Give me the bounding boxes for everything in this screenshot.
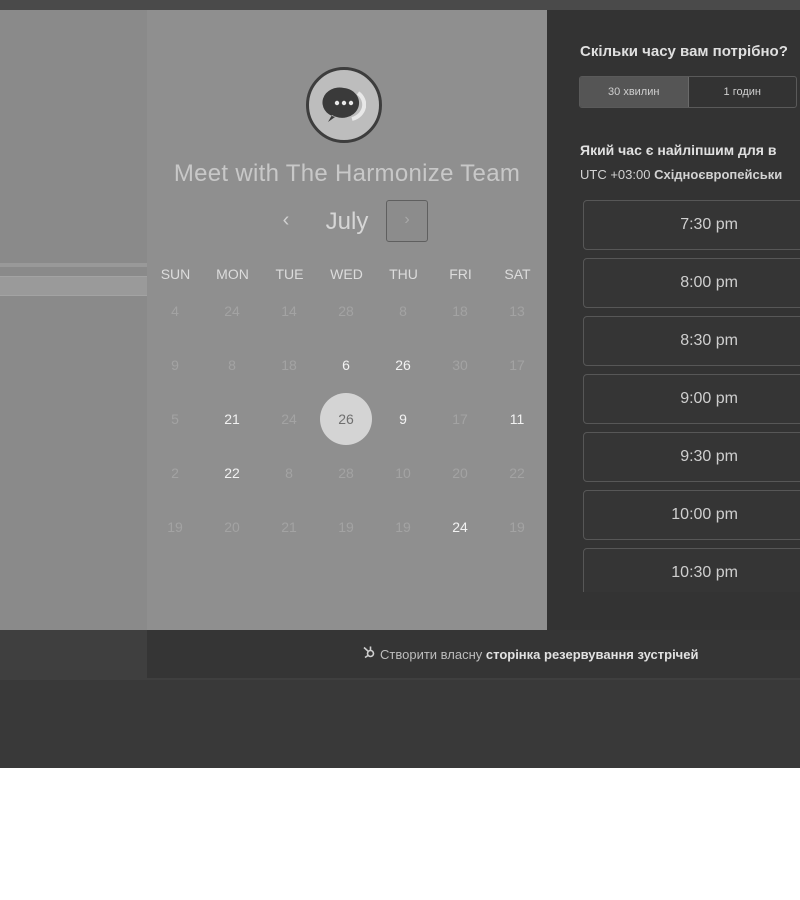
weekday-sat: SAT bbox=[504, 266, 531, 282]
calendar-day: 24 bbox=[281, 411, 297, 427]
weekday-tue: TUE bbox=[275, 266, 304, 282]
calendar-day[interactable]: 21 bbox=[206, 393, 258, 445]
hubspot-sprocket-icon bbox=[362, 645, 376, 662]
calendar-day: 9 bbox=[171, 357, 179, 373]
calendar-day: 17 bbox=[452, 411, 468, 427]
calendar-day: 19 bbox=[395, 519, 411, 535]
time-slot-button[interactable]: 7:30 pm bbox=[583, 200, 800, 250]
calendar-day: 4 bbox=[171, 303, 179, 319]
time-slot-list[interactable]: 7:30 pm 8:00 pm 8:30 pm 9:00 pm 9:30 pm 10:00… bbox=[583, 200, 800, 592]
left-divider-band bbox=[0, 276, 147, 296]
time-slot-button[interactable]: 9:00 pm bbox=[583, 374, 800, 424]
time-slot-button[interactable]: 10:00 pm bbox=[583, 490, 800, 540]
calendar-day: 19 bbox=[167, 519, 183, 535]
duration-option-30[interactable]: 30 хвилин bbox=[580, 77, 689, 107]
time-slot-label: 10:30 pm bbox=[671, 564, 738, 581]
calendar-day: 30 bbox=[452, 357, 468, 373]
calendar-day: 8 bbox=[399, 303, 407, 319]
booking-page: Meet with The Harmonize Team ‹ July › SU… bbox=[0, 0, 800, 768]
calendar-day: 19 bbox=[338, 519, 354, 535]
time-slot-button[interactable]: 8:30 pm bbox=[583, 316, 800, 366]
calendar-day[interactable]: 6 bbox=[320, 339, 372, 391]
time-slot-label: 7:30 pm bbox=[680, 216, 738, 233]
timezone-name: Східноєвропейськи bbox=[654, 167, 783, 182]
weekday-mon: MON bbox=[216, 266, 249, 282]
footer: Створити власну сторінка резервування зу… bbox=[147, 630, 800, 678]
prev-month-button[interactable]: ‹ bbox=[275, 206, 297, 236]
month-label: July bbox=[325, 208, 369, 235]
weekday-wed: WED bbox=[330, 266, 363, 282]
calendar-day[interactable]: 26 bbox=[377, 339, 429, 391]
team-logo bbox=[306, 67, 382, 143]
top-bar bbox=[0, 0, 800, 10]
calendar-day: 21 bbox=[281, 519, 297, 535]
timezone-selector[interactable]: UTC +03:00 Східноєвропейськи bbox=[580, 167, 782, 182]
next-month-button[interactable]: › bbox=[386, 200, 428, 242]
calendar-day: 28 bbox=[338, 465, 354, 481]
time-slot-label: 9:30 pm bbox=[680, 448, 738, 465]
calendar-day[interactable]: 24 bbox=[434, 501, 486, 553]
calendar-day: 24 bbox=[224, 303, 240, 319]
calendar-day: 22 bbox=[509, 465, 525, 481]
calendar-day[interactable]: 26 bbox=[320, 393, 372, 445]
weekday-thu: THU bbox=[389, 266, 418, 282]
duration-option-60[interactable]: 1 годин bbox=[689, 77, 797, 107]
timezone-offset: UTC +03:00 bbox=[580, 167, 651, 182]
calendar-day: 5 bbox=[171, 411, 179, 427]
calendar-day: 13 bbox=[509, 303, 525, 319]
calendar-day: 8 bbox=[285, 465, 293, 481]
time-slot-button[interactable]: 9:30 pm bbox=[583, 432, 800, 482]
calendar-day[interactable]: 9 bbox=[377, 393, 429, 445]
time-question: Який час є найліпшим для в bbox=[580, 142, 777, 158]
left-background bbox=[0, 10, 147, 630]
duration-question: Скільки часу вам потрібно? bbox=[580, 43, 788, 60]
time-slot-label: 9:00 pm bbox=[680, 390, 738, 407]
calendar-day: 2 bbox=[171, 465, 179, 481]
time-slot-label: 8:30 pm bbox=[680, 332, 738, 349]
calendar-day: 8 bbox=[228, 357, 236, 373]
footer-text-prefix: Створити власну bbox=[380, 647, 483, 662]
weekday-sun: SUN bbox=[160, 266, 191, 282]
weekday-header: SUN MON TUE WED THU FRI SAT bbox=[147, 266, 547, 286]
calendar-panel: Meet with The Harmonize Team ‹ July › SU… bbox=[147, 10, 547, 630]
time-slot-label: 10:00 pm bbox=[671, 506, 738, 523]
time-slot-button[interactable]: 10:30 pm bbox=[583, 548, 800, 592]
time-slot-label: 8:00 pm bbox=[680, 274, 738, 291]
calendar-day: 14 bbox=[281, 303, 297, 319]
calendar-day: 17 bbox=[509, 357, 525, 373]
left-divider bbox=[0, 263, 147, 267]
calendar-day[interactable]: 11 bbox=[491, 393, 543, 445]
create-booking-page-link[interactable]: Створити власну сторінка резервування зу… bbox=[362, 645, 698, 662]
calendar-day: 28 bbox=[338, 303, 354, 319]
meeting-title: Meet with The Harmonize Team bbox=[173, 160, 521, 187]
calendar-day: 20 bbox=[452, 465, 468, 481]
bottom-area bbox=[0, 680, 800, 768]
chat-bubble-icon bbox=[322, 87, 366, 122]
calendar-day: 10 bbox=[395, 465, 411, 481]
month-navigation: ‹ July › bbox=[147, 200, 547, 244]
calendar-day: 19 bbox=[509, 519, 525, 535]
calendar-day[interactable]: 22 bbox=[206, 447, 258, 499]
calendar-day: 20 bbox=[224, 519, 240, 535]
duration-selector: 30 хвилин 1 годин bbox=[579, 76, 797, 108]
booking-panel: Скільки часу вам потрібно? 30 хвилин 1 г… bbox=[547, 10, 800, 630]
time-slot-button[interactable]: 8:00 pm bbox=[583, 258, 800, 308]
calendar-day: 18 bbox=[281, 357, 297, 373]
weekday-fri: FRI bbox=[449, 266, 472, 282]
footer-text-bold: сторінка резервування зустрічей bbox=[485, 647, 699, 662]
calendar-day: 18 bbox=[452, 303, 468, 319]
